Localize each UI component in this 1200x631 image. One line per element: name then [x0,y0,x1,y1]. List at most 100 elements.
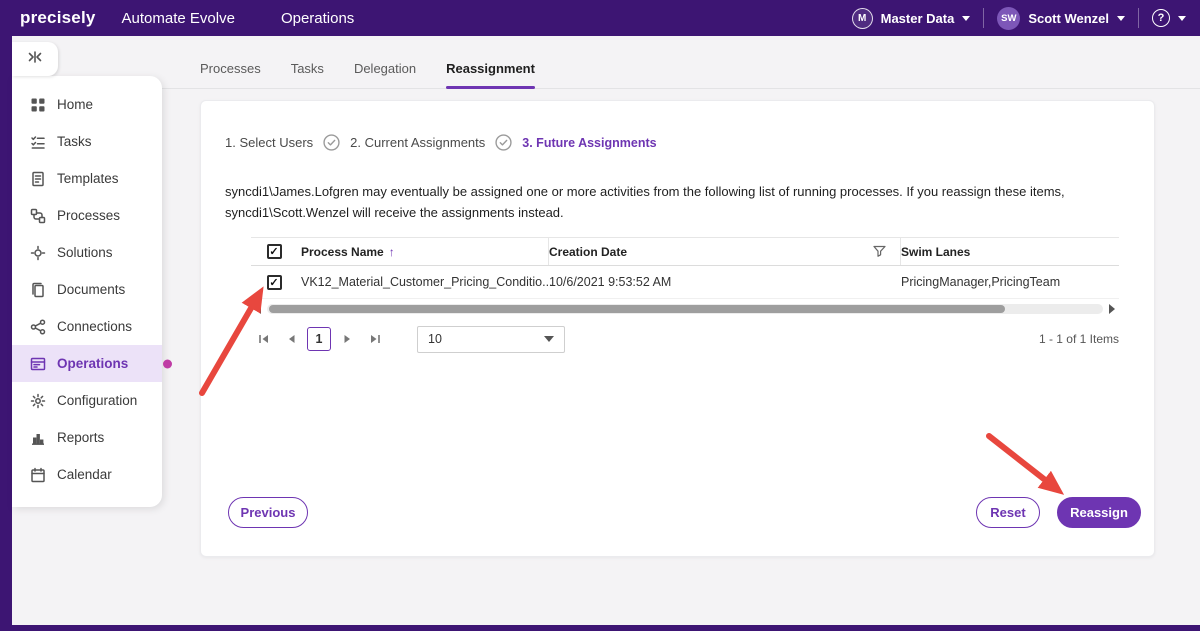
first-page-button[interactable] [251,327,275,351]
column-header-creation-date[interactable]: Creation Date [549,238,901,265]
dropdown-caret-icon [544,336,554,342]
column-header-process-name[interactable]: Process Name [297,238,549,265]
first-page-icon [258,335,268,343]
sidebar-item-home[interactable]: Home [12,86,162,123]
user-avatar: SW [997,6,1021,30]
future-assignments-table: Process Name Creation Date Swim Lanes VK… [251,237,1119,353]
filter-icon[interactable] [873,245,886,258]
reassign-button[interactable]: Reassign [1057,497,1141,528]
annotation-dot [163,359,172,369]
left-frame [0,36,12,625]
scroll-right-button[interactable] [1105,303,1119,315]
column-header-swim-lanes[interactable]: Swim Lanes [901,245,1119,259]
precisely-logo: precisely [20,8,96,27]
master-data-menu[interactable]: M Master Data [851,7,971,29]
operations-icon [30,357,46,370]
solutions-icon [30,245,46,260]
next-page-icon [344,335,350,343]
creation-date-cell: 10/6/2021 9:53:52 AM [549,275,672,289]
chevron-down-icon [1117,15,1125,21]
table-row: VK12_Material_Customer_Pricing_Conditio.… [251,266,1119,299]
step-complete-icon [323,134,340,151]
select-all-checkbox[interactable] [266,244,282,259]
pagination-range-label: 1 - 1 of 1 Items [1038,332,1119,346]
sidebar-item-label: Calendar [57,467,112,482]
table-header-row: Process Name Creation Date Swim Lanes [251,237,1119,266]
sidebar: Home Tasks Templates Processes Solutions… [12,76,162,507]
tab-bar: Processes Tasks Delegation Reassignment [162,51,1200,89]
documents-icon [32,282,44,297]
reassignment-card: 1. Select Users 2. Current Assignments 3… [200,100,1155,557]
horizontal-scrollbar [251,303,1119,315]
topbar-divider [983,8,985,28]
tab-tasks[interactable]: Tasks [291,61,324,88]
topbar-divider [1138,8,1139,28]
scroll-right-icon [1109,304,1115,314]
sidebar-item-label: Reports [57,430,105,445]
processes-icon [30,208,46,223]
previous-page-button[interactable] [279,327,303,351]
help-icon: ? [1152,9,1170,27]
sidebar-item-label: Connections [57,319,133,334]
sidebar-item-configuration[interactable]: Configuration [12,382,162,419]
home-icon [31,98,45,111]
wizard-step-select-users[interactable]: 1. Select Users [225,135,313,150]
current-page-button[interactable]: 1 [307,327,331,351]
page-size-value: 10 [428,332,442,346]
reports-icon [32,433,44,445]
sidebar-item-label: Configuration [57,393,138,408]
sidebar-item-tasks[interactable]: Tasks [12,123,162,160]
last-page-button[interactable] [363,327,387,351]
user-menu[interactable]: SW Scott Wenzel [997,6,1125,30]
sidebar-item-templates[interactable]: Templates [12,160,162,197]
reset-button[interactable]: Reset [976,497,1040,528]
topbar-section-title: Operations [280,9,355,27]
horizontal-scrollbar-track[interactable] [267,304,1103,314]
sidebar-item-label: Solutions [57,245,113,260]
master-data-label: Master Data [880,10,955,26]
select-all-cell [251,244,297,259]
page-size-dropdown[interactable]: 10 [417,325,565,353]
step-complete-icon [495,134,512,151]
sidebar-item-reports[interactable]: Reports [12,419,162,456]
sidebar-item-documents[interactable]: Documents [12,271,162,308]
product-name: Automate Evolve [121,9,235,27]
chevron-down-icon [962,15,971,21]
tab-delegation[interactable]: Delegation [354,61,416,88]
wizard-step-current-assignments[interactable]: 2. Current Assignments [350,135,485,150]
sidebar-item-calendar[interactable]: Calendar [12,456,162,493]
swim-lanes-cell: PricingManager,PricingTeam [901,275,1061,289]
horizontal-scrollbar-thumb[interactable] [269,305,1005,313]
sidebar-item-processes[interactable]: Processes [12,197,162,234]
sort-ascending-icon [389,245,395,259]
app-window: precisely Automate Evolve Operations M M… [0,0,1200,631]
previous-button[interactable]: Previous [228,497,308,528]
row-checkbox[interactable] [266,274,282,290]
tasks-icon [31,135,45,149]
collapse-sidebar-icon [27,49,43,70]
scroll-left-button[interactable] [251,303,265,315]
sidebar-item-label: Home [57,97,94,112]
configuration-icon [30,393,46,408]
reassignment-description: syncdi1\James.Lofgren may eventually be … [225,184,1065,221]
sidebar-item-solutions[interactable]: Solutions [12,234,162,271]
sidebar-item-connections[interactable]: Connections [12,308,162,345]
tab-processes[interactable]: Processes [200,61,261,88]
sidebar-item-label: Templates [57,171,119,186]
next-page-button[interactable] [335,327,359,351]
topbar-right: M Master Data SW Scott Wenzel ? [851,6,1186,30]
calendar-icon [31,467,45,482]
master-data-avatar: M [851,7,873,29]
wizard-steps: 1. Select Users 2. Current Assignments 3… [225,134,657,151]
sidebar-item-label: Documents [57,282,126,297]
wizard-step-future-assignments[interactable]: 3. Future Assignments [522,136,656,150]
pagination-bar: 1 10 1 - 1 of 1 Items [251,325,1119,353]
sidebar-collapse-button[interactable] [12,42,58,76]
sidebar-item-operations[interactable]: Operations [12,345,162,382]
process-name-cell: VK12_Material_Customer_Pricing_Conditio.… [301,275,553,289]
tab-reassignment[interactable]: Reassignment [446,61,535,89]
previous-page-icon [288,335,294,343]
scroll-left-icon [255,304,261,314]
templates-icon [32,171,44,186]
help-menu[interactable]: ? [1152,9,1186,27]
